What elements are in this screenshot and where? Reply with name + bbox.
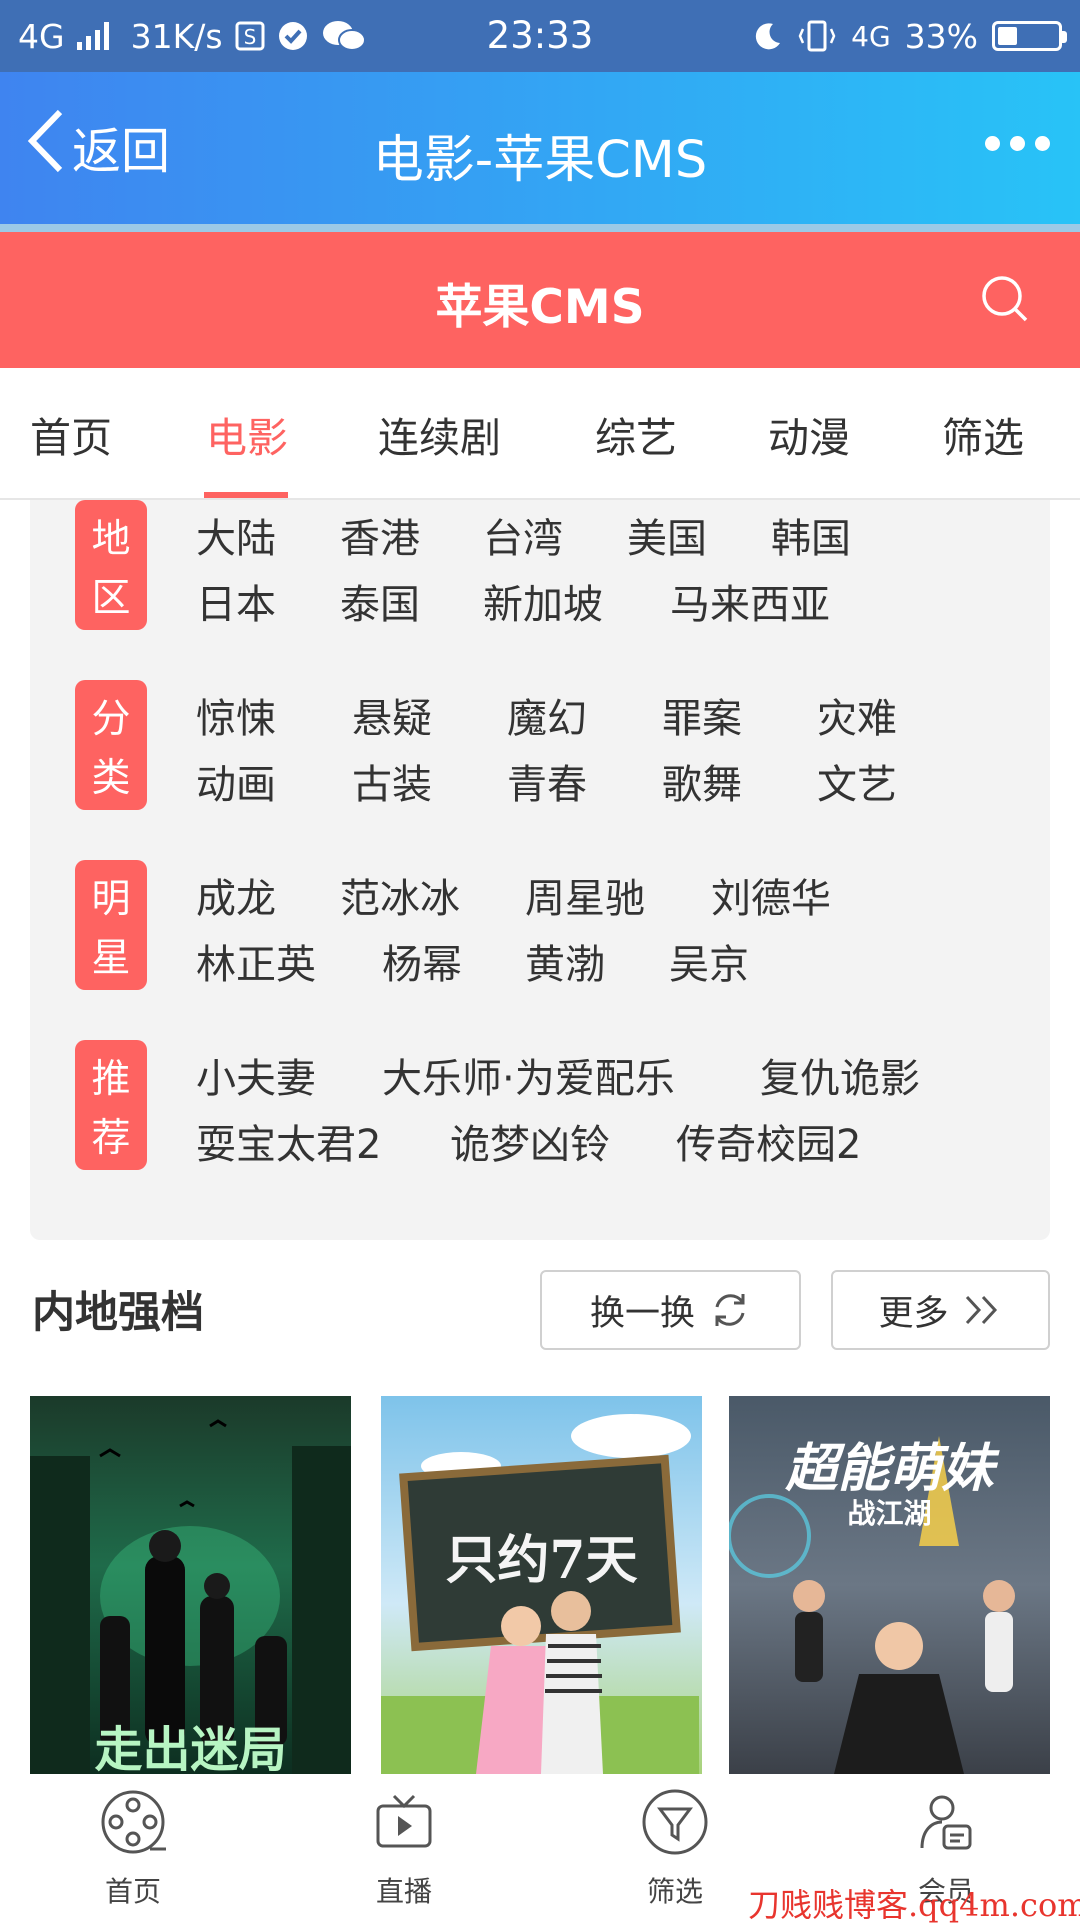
site-header: 苹果CMS [0,232,1080,368]
tab-series[interactable]: 连续剧 [378,404,501,464]
filter-option[interactable]: 文艺 [817,752,897,810]
poster-title: 只约7天 [445,1530,638,1591]
poster-title: 超能萌妹 [785,1439,994,1499]
battery-icon [992,21,1067,51]
category-nav: 首页 电影 连续剧 综艺 动漫 筛选 [0,368,1080,500]
tab-home[interactable]: 首页 [30,404,112,464]
filter-option[interactable]: 悬疑 [352,686,432,744]
filter-panel: 地区 大陆 香港 台湾 美国 韩国 日本 泰国 新加坡 马来西亚 分类 惊悚 悬… [30,500,1050,1240]
poster-card[interactable]: 超能萌妹 战江湖 [729,1396,1050,1774]
filter-option[interactable]: 日本 [196,572,276,630]
filter-option[interactable]: 大陆 [196,506,276,564]
filter-option[interactable]: 罪案 [662,686,742,744]
filter-option[interactable]: 韩国 [771,506,851,564]
site-name: 苹果CMS [435,280,645,335]
filter-option[interactable]: 歌舞 [662,752,742,810]
bottom-nav-label: 直播 [375,1875,432,1908]
filter-option[interactable]: 马来西亚 [670,572,830,630]
filter-option[interactable]: 新加坡 [483,572,603,630]
progress-strip [0,224,1080,232]
filter-funnel-icon [637,1784,713,1860]
filter-option[interactable]: 刘德华 [711,866,831,924]
filter-option[interactable]: 大乐师·为爱配乐 [382,1046,675,1104]
filter-option[interactable]: 古装 [352,752,432,810]
filter-option[interactable]: 泰国 [340,572,420,630]
poster-title: 走出迷局 [94,1722,287,1774]
filter-option[interactable]: 美国 [627,506,707,564]
filter-option[interactable]: 台湾 [483,506,563,564]
filter-option[interactable]: 黄渤 [525,932,605,990]
filter-option[interactable]: 林正英 [196,932,316,990]
filter-option[interactable]: 周星驰 [525,866,645,924]
moon-icon [753,21,783,51]
filter-option[interactable]: 青春 [507,752,587,810]
dot-icon [1035,136,1050,151]
section-title: 内地强档 [32,1288,204,1338]
active-tab-indicator [204,492,288,498]
poster-subtitle: 战江湖 [847,1497,932,1530]
refresh-label: 换一换 [589,1293,695,1334]
filter-option[interactable]: 惊悚 [196,686,276,744]
bottom-nav-live[interactable]: 直播 [334,1784,474,1910]
battery-percent: 33% [904,16,978,56]
status-bar: 4G 31K/s S 23:33 4G 33% [0,0,1080,72]
tab-anime[interactable]: 动漫 [768,404,850,464]
filter-label: 推荐 [75,1040,147,1170]
network-type-right: 4G [851,19,891,53]
filter-label: 明星 [75,860,147,990]
bottom-nav-label: 首页 [104,1875,161,1908]
search-icon [982,276,1028,322]
user-card-icon [908,1784,984,1860]
search-button[interactable] [978,272,1034,328]
watermark: 刀贱贱博客.qq4m.com [748,1886,1080,1924]
dot-icon [985,136,1000,151]
filter-option[interactable]: 香港 [340,506,420,564]
filter-option[interactable]: 耍宝太君2 [196,1112,381,1170]
filter-option[interactable]: 传奇校园2 [676,1112,861,1170]
refresh-icon [715,1294,745,1326]
bottom-nav-filter[interactable]: 筛选 [605,1784,745,1910]
more-menu-button[interactable] [985,136,1050,151]
filter-option[interactable]: 诡梦凶铃 [450,1112,610,1170]
tab-movie[interactable]: 电影 [206,404,288,464]
poster-card[interactable]: 只约7天 [381,1396,702,1774]
filter-option[interactable]: 魔幻 [507,686,587,744]
tab-variety[interactable]: 综艺 [595,404,677,464]
filter-option[interactable]: 灾难 [817,686,897,744]
more-button[interactable]: 更多 [831,1270,1050,1350]
filter-label: 地区 [75,500,147,630]
window-title: 电影-苹果CMS [372,131,708,190]
filter-option[interactable]: 小夫妻 [196,1046,316,1104]
refresh-button[interactable]: 换一换 [540,1270,801,1350]
vibrate-icon [797,19,837,53]
tv-play-icon [366,1784,442,1860]
double-chevron-right-icon [965,1295,997,1325]
filter-option[interactable]: 吴京 [669,932,749,990]
film-reel-icon [95,1784,171,1860]
bottom-nav-home[interactable]: 首页 [63,1784,203,1910]
more-label: 更多 [878,1293,949,1334]
tab-filter[interactable]: 筛选 [942,404,1024,464]
poster-card[interactable]: 走出迷局 [30,1396,351,1774]
filter-option[interactable]: 成龙 [196,866,276,924]
filter-label: 分类 [75,680,147,810]
filter-option[interactable]: 动画 [196,752,276,810]
bottom-nav-label: 筛选 [646,1875,703,1908]
filter-option[interactable]: 范冰冰 [340,866,460,924]
filter-option[interactable]: 杨幂 [382,932,462,990]
dot-icon [1010,136,1025,151]
filter-option[interactable]: 复仇诡影 [760,1046,920,1104]
browser-title-bar: 返回 电影-苹果CMS [0,72,1080,224]
